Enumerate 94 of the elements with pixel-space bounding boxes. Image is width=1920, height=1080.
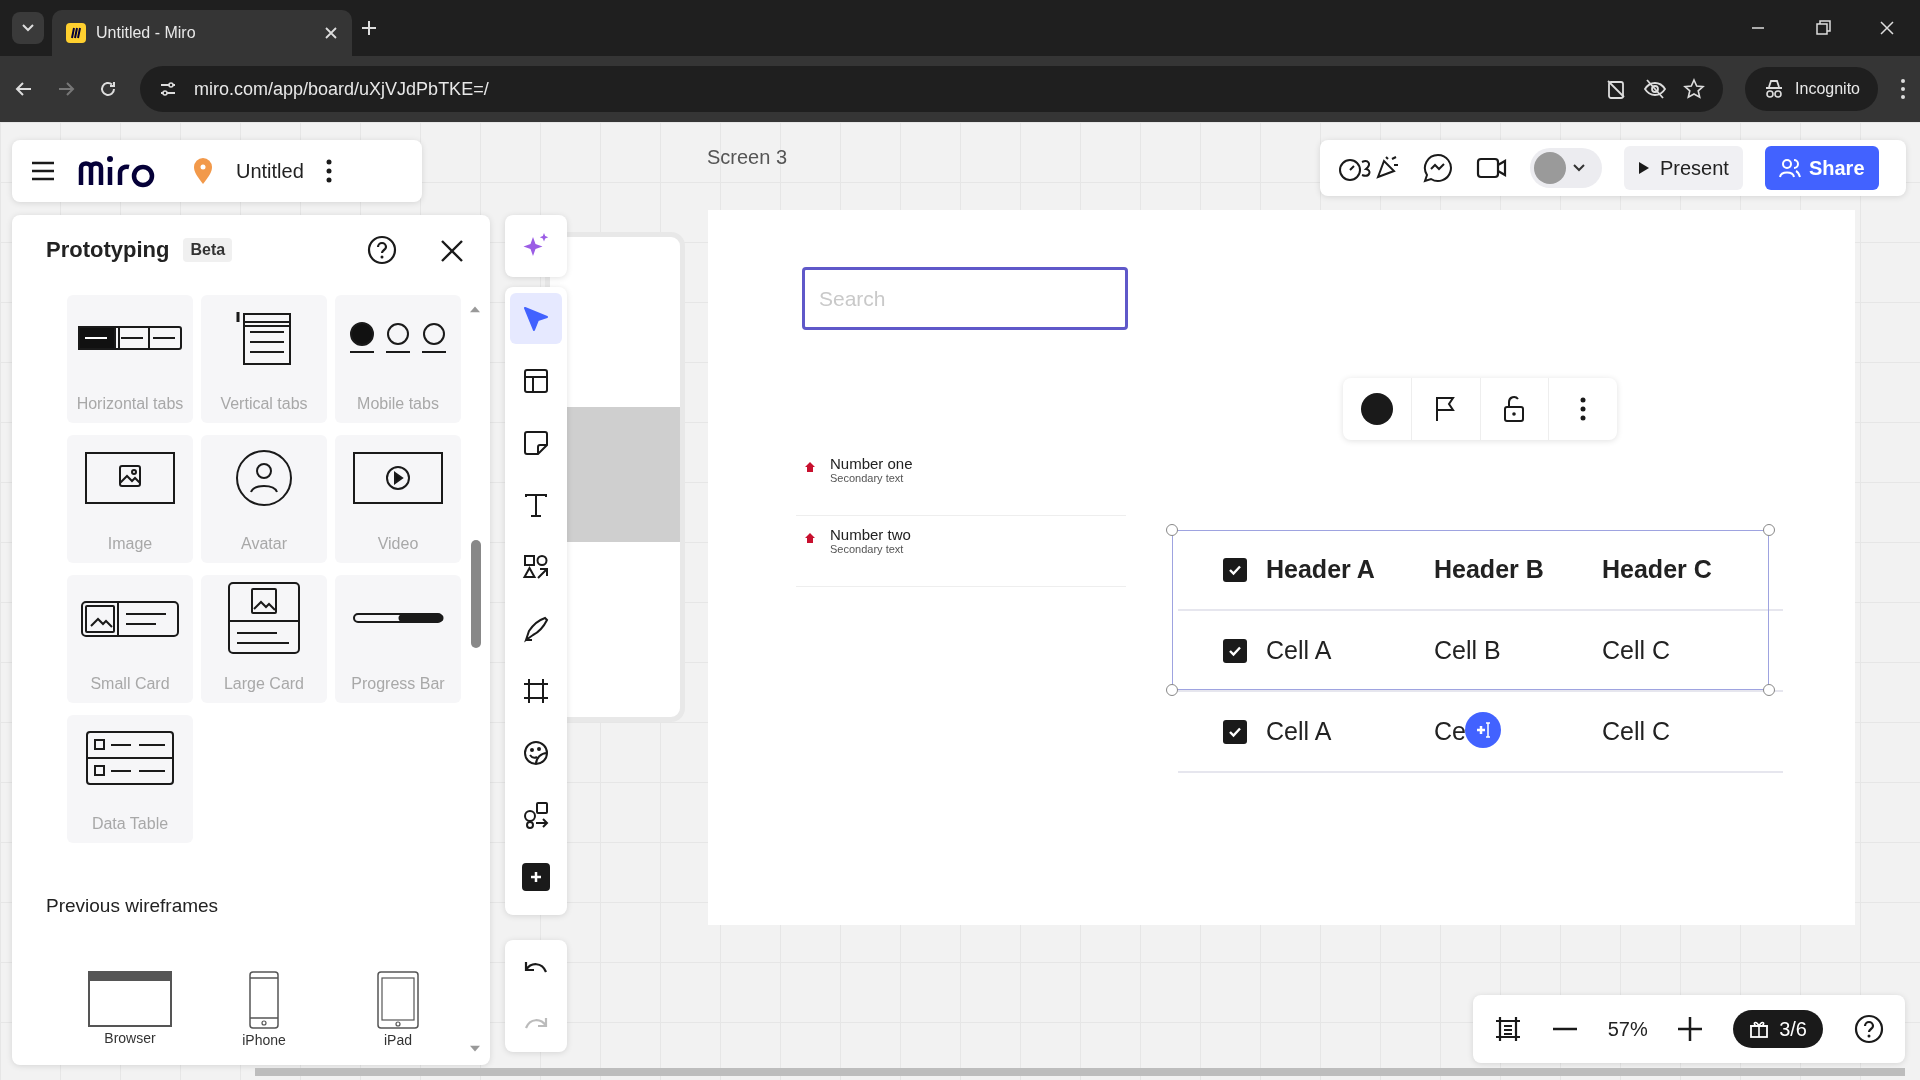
frame-icon[interactable] xyxy=(1494,1015,1523,1043)
data-table-icon xyxy=(85,730,175,786)
phone-icon xyxy=(247,970,281,1030)
section-title: Previous wireframes xyxy=(46,895,219,917)
tour-button[interactable]: 3/6 xyxy=(1733,1010,1823,1048)
more-icon[interactable] xyxy=(325,159,332,183)
wireframe-label[interactable]: Browser xyxy=(104,1030,156,1046)
list-item-subtitle: Secondary text xyxy=(830,472,905,484)
diagram-icon xyxy=(522,800,550,829)
more-icon xyxy=(1580,396,1587,422)
frame-label: Screen 3 xyxy=(707,146,788,169)
zoom-in-icon[interactable] xyxy=(1678,1017,1703,1041)
column-header: Header B xyxy=(1434,555,1544,584)
column-header: Header A xyxy=(1266,555,1375,584)
chat-icon[interactable] xyxy=(1422,152,1454,184)
resize-handle[interactable] xyxy=(1166,524,1178,536)
scrollbar-thumb[interactable] xyxy=(471,540,481,648)
present-button[interactable]: Present xyxy=(1624,146,1743,190)
board-favicon-icon xyxy=(66,23,86,43)
avatar-icon xyxy=(234,448,294,508)
user-menu[interactable] xyxy=(1530,148,1602,188)
wireframe-label[interactable]: iPad xyxy=(384,1032,412,1048)
reactions-icon[interactable] xyxy=(1338,153,1400,183)
eye-crossed-icon[interactable] xyxy=(1643,78,1668,100)
play-icon xyxy=(1638,161,1650,175)
tab-list-button[interactable] xyxy=(12,12,44,44)
resize-handle[interactable] xyxy=(1763,684,1775,696)
scroll-down-icon[interactable] xyxy=(470,1045,480,1053)
wireframe-label[interactable]: iPhone xyxy=(242,1032,286,1048)
star-icon[interactable] xyxy=(1683,78,1706,100)
video-camera-icon[interactable] xyxy=(1476,155,1508,181)
caret-icon xyxy=(1572,163,1586,173)
table-cell: Cell C xyxy=(1602,636,1671,665)
pointer-icon xyxy=(522,304,550,333)
url-text: miro.com/app/board/uXjVJdPbTKE=/ xyxy=(194,78,490,100)
panel-title: Prototyping xyxy=(46,237,170,263)
home-icon xyxy=(804,461,816,473)
menu-icon[interactable] xyxy=(1900,78,1906,100)
resize-handle[interactable] xyxy=(1166,684,1178,696)
shapes-icon xyxy=(522,552,550,581)
frame-icon xyxy=(522,676,550,705)
beta-badge: Beta xyxy=(183,238,233,262)
table-cell: Ce xyxy=(1434,717,1466,746)
home-icon xyxy=(804,532,816,544)
close-icon[interactable] xyxy=(440,239,464,263)
browser-tab[interactable]: Untitled - Miro xyxy=(52,10,352,56)
table-cell: Cell B xyxy=(1434,636,1501,665)
new-tab-icon[interactable] xyxy=(360,19,378,37)
gift-icon xyxy=(1749,1019,1770,1039)
list-item-title: Number two xyxy=(830,526,911,543)
plus-icon xyxy=(522,862,550,891)
list-item-subtitle: Secondary text xyxy=(830,543,905,555)
list-item-title: Number one xyxy=(830,455,913,472)
color-swatch xyxy=(1360,393,1393,425)
table-cell: Cell C xyxy=(1602,717,1671,746)
help-icon[interactable] xyxy=(367,235,397,265)
ai-button[interactable] xyxy=(505,215,567,277)
checkbox[interactable] xyxy=(1223,638,1247,663)
address-bar[interactable]: miro.com/app/board/uXjVJdPbTKE=/ xyxy=(140,66,1724,112)
image-icon xyxy=(84,451,176,505)
site-settings-icon[interactable] xyxy=(158,79,178,99)
horizontal-scrollbar[interactable] xyxy=(255,1068,1905,1076)
layout-icon xyxy=(522,366,550,395)
browser-window-icon xyxy=(87,970,173,1028)
large-card-icon xyxy=(227,581,301,655)
sticker-icon xyxy=(522,738,550,767)
vertical-tabs-icon xyxy=(236,310,292,366)
board-name[interactable]: Untitled xyxy=(236,159,304,183)
people-icon xyxy=(1778,158,1801,178)
table-cell: Cell A xyxy=(1266,636,1332,665)
tablet-icon xyxy=(376,970,420,1030)
horizontal-tabs-icon xyxy=(77,323,183,353)
table-cell: Cell A xyxy=(1266,717,1332,746)
scroll-up-icon[interactable] xyxy=(470,305,480,313)
mobile-tabs-icon xyxy=(348,320,448,356)
sticky-note-icon xyxy=(522,428,550,457)
reload-icon[interactable] xyxy=(98,79,118,99)
unlocked-icon xyxy=(1502,395,1527,423)
pen-icon xyxy=(522,614,550,643)
video-icon xyxy=(352,451,444,505)
share-button[interactable]: Share xyxy=(1764,146,1879,190)
help-icon[interactable] xyxy=(1853,1014,1884,1044)
progress-bar-icon xyxy=(352,610,444,626)
checkbox[interactable] xyxy=(1223,719,1247,744)
caret-icon xyxy=(21,23,35,33)
zoom-out-icon[interactable] xyxy=(1553,1027,1578,1031)
zoom-level[interactable]: 57% xyxy=(1607,1017,1648,1041)
incognito-badge[interactable]: Incognito xyxy=(1745,67,1878,111)
checkbox[interactable] xyxy=(1223,557,1247,582)
resize-handle[interactable] xyxy=(1763,524,1775,536)
column-header: Header C xyxy=(1602,555,1712,584)
small-card-icon xyxy=(80,598,180,638)
menu-icon[interactable] xyxy=(30,161,56,181)
avatar xyxy=(1534,152,1566,184)
